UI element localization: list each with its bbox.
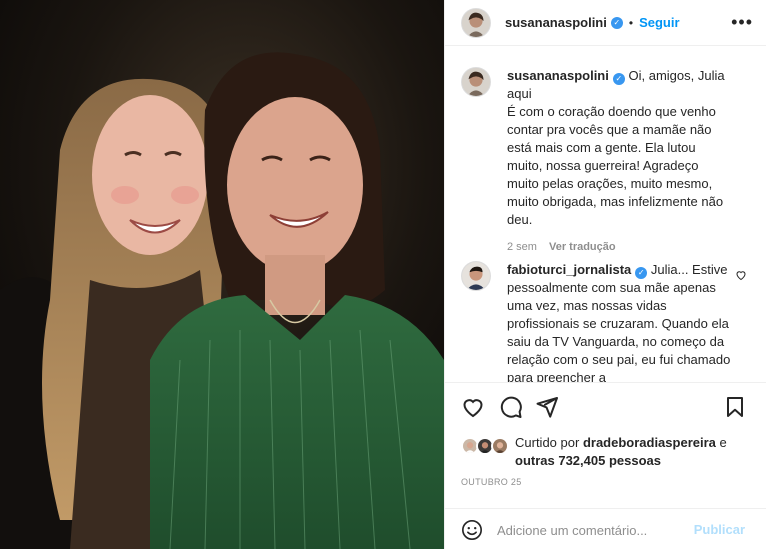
comment-username[interactable]: fabioturci_jornalista <box>507 262 631 277</box>
caption-username[interactable]: susananaspolini <box>507 68 609 83</box>
post-side-panel: susananaspolini ✓ • Seguir ••• susananas… <box>444 0 766 549</box>
avatar[interactable] <box>461 261 491 291</box>
separator-dot: • <box>628 15 634 30</box>
verified-badge-icon: ✓ <box>612 73 625 85</box>
liked-by-prefix: Curtido por <box>515 435 580 450</box>
avatar <box>491 437 509 455</box>
post-header: susananaspolini ✓ • Seguir ••• <box>445 0 766 46</box>
comment-like-heart-icon[interactable] <box>735 269 747 281</box>
avatar[interactable] <box>461 7 491 38</box>
verified-badge-icon: ✓ <box>635 267 648 279</box>
liked-by-connector: e <box>719 435 727 450</box>
post-author-username[interactable]: susananaspolini <box>505 15 607 30</box>
likes-summary[interactable]: Curtido por dradeboradiaspereira e outra… <box>461 434 761 468</box>
follow-button[interactable]: Seguir <box>639 15 679 30</box>
add-comment-input[interactable] <box>497 519 687 541</box>
save-bookmark-icon[interactable] <box>723 395 749 421</box>
caption-meta: 2 sem Ver tradução <box>507 241 733 253</box>
publish-button[interactable]: Publicar <box>694 522 745 537</box>
caption-comment: susananaspolini ✓ Oi, amigos, Julia aqui … <box>445 67 766 253</box>
translate-link[interactable]: Ver tradução <box>549 241 616 253</box>
share-send-icon[interactable] <box>535 395 561 421</box>
comment-text: fabioturci_jornalista ✓ Julia... Estive p… <box>507 261 733 383</box>
likes-text: Curtido por dradeboradiaspereira e outra… <box>515 434 727 470</box>
liked-by-user[interactable]: dradeboradiaspereira <box>583 435 716 450</box>
caption-time[interactable]: 2 sem <box>507 241 537 253</box>
comment-bubble-icon[interactable] <box>499 395 525 421</box>
emoji-icon[interactable] <box>461 519 483 541</box>
more-horizontal-icon[interactable]: ••• <box>731 13 753 31</box>
add-comment-bar: Publicar <box>445 508 766 549</box>
post-actions <box>445 395 766 423</box>
liker-avatars[interactable] <box>461 437 511 457</box>
comments-list[interactable]: susananaspolini ✓ Oi, amigos, Julia aqui … <box>445 47 766 383</box>
liked-by-others[interactable]: outras 732,405 pessoas <box>515 453 661 468</box>
post-photo[interactable] <box>0 0 444 549</box>
verified-badge-icon: ✓ <box>610 16 623 29</box>
like-heart-icon[interactable] <box>461 395 487 421</box>
post-date[interactable]: OUTUBRO 25 <box>461 477 522 487</box>
caption-text: susananaspolini ✓ Oi, amigos, Julia aqui … <box>507 67 733 229</box>
comment-body: Julia... Estive pessoalmente com sua mãe… <box>507 262 731 383</box>
caption-line-2: É com o coração doendo que venho contar … <box>507 104 724 227</box>
comment-item: fabioturci_jornalista ✓ Julia... Estive p… <box>445 261 766 383</box>
avatar[interactable] <box>461 67 491 97</box>
